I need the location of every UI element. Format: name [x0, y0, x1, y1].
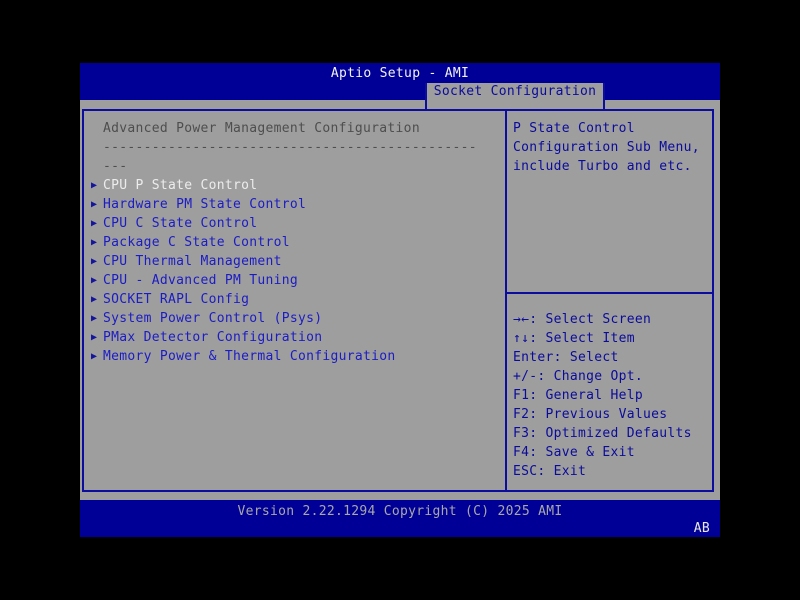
submenu-arrow-icon: ▶: [91, 290, 103, 309]
build-id: AB: [80, 521, 720, 536]
main-area: Advanced Power Management Configuration …: [80, 100, 720, 500]
header-bar: Aptio Setup - AMI: [80, 63, 720, 100]
help-text: P State Control Configuration Sub Menu, …: [507, 111, 712, 176]
menu-item-label: CPU P State Control: [103, 178, 257, 193]
menu-item-socket-rapl-config[interactable]: ▶SOCKET RAPL Config: [84, 290, 505, 309]
menu-item-label: CPU - Advanced PM Tuning: [103, 273, 298, 288]
submenu-arrow-icon: ▶: [91, 233, 103, 252]
menu-item-pmax-detector-configuration[interactable]: ▶PMax Detector Configuration: [84, 328, 505, 347]
submenu-arrow-icon: ▶: [91, 309, 103, 328]
version-text: Version 2.22.1294 Copyright (C) 2025 AMI: [80, 500, 720, 520]
submenu-arrow-icon: ▶: [91, 214, 103, 233]
menu-item-label: System Power Control (Psys): [103, 311, 322, 326]
menu-item-label: CPU Thermal Management: [103, 254, 282, 269]
content-box: Advanced Power Management Configuration …: [82, 109, 714, 492]
menu-item-label: Hardware PM State Control: [103, 197, 306, 212]
menu-item-label: PMax Detector Configuration: [103, 330, 322, 345]
menu-item-label: SOCKET RAPL Config: [103, 292, 249, 307]
legend-f2-previous-values: F2: Previous Values: [513, 405, 712, 424]
legend-f4-save-exit: F4: Save & Exit: [513, 443, 712, 462]
submenu-arrow-icon: ▶: [91, 195, 103, 214]
submenu-arrow-icon: ▶: [91, 347, 103, 366]
legend-f3-optimized-defaults: F3: Optimized Defaults: [513, 424, 712, 443]
legend-change-opt: +/-: Change Opt.: [513, 367, 712, 386]
menu-item-hardware-pm-state-control[interactable]: ▶Hardware PM State Control: [84, 195, 505, 214]
legend-select-item: ↑↓: Select Item: [513, 329, 712, 348]
submenu-arrow-icon: ▶: [91, 176, 103, 195]
menu-item-label: Memory Power & Thermal Configuration: [103, 349, 396, 364]
help-text-line: include Turbo and etc.: [513, 157, 712, 176]
menu-item-system-power-control-psys[interactable]: ▶System Power Control (Psys): [84, 309, 505, 328]
bios-setup-screen: Aptio Setup - AMI Socket Configuration A…: [80, 63, 720, 537]
menu-item-cpu-thermal-management[interactable]: ▶CPU Thermal Management: [84, 252, 505, 271]
section-title: Advanced Power Management Configuration: [103, 119, 505, 138]
hotkey-legend: →←: Select Screen ↑↓: Select Item Enter:…: [507, 292, 712, 481]
menu-item-label: Package C State Control: [103, 235, 290, 250]
footer-bar: Version 2.22.1294 Copyright (C) 2025 AMI…: [80, 500, 720, 537]
legend-f1-general-help: F1: General Help: [513, 386, 712, 405]
submenu-arrow-icon: ▶: [91, 328, 103, 347]
menu-item-cpu-p-state-control[interactable]: ▶CPU P State Control: [84, 176, 505, 195]
help-text-line: P State Control: [513, 119, 712, 138]
menu-item-memory-power-thermal-configuration[interactable]: ▶Memory Power & Thermal Configuration: [84, 347, 505, 366]
legend-select-screen: →←: Select Screen: [513, 310, 712, 329]
legend-esc-exit: ESC: Exit: [513, 462, 712, 481]
legend-enter-select: Enter: Select: [513, 348, 712, 367]
tab-socket-configuration[interactable]: Socket Configuration: [425, 83, 605, 109]
page-title: Aptio Setup - AMI: [80, 63, 720, 81]
menu-item-label: CPU C State Control: [103, 216, 257, 231]
help-text-line: Configuration Sub Menu,: [513, 138, 712, 157]
menu-item-cpu-c-state-control[interactable]: ▶CPU C State Control: [84, 214, 505, 233]
help-panel: P State Control Configuration Sub Menu, …: [507, 111, 712, 490]
submenu-arrow-icon: ▶: [91, 252, 103, 271]
menu-item-cpu-advanced-pm-tuning[interactable]: ▶CPU - Advanced PM Tuning: [84, 271, 505, 290]
section-separator-line2: ---: [103, 157, 505, 176]
menu-panel: Advanced Power Management Configuration …: [84, 111, 505, 490]
submenu-arrow-icon: ▶: [91, 271, 103, 290]
menu-item-package-c-state-control[interactable]: ▶Package C State Control: [84, 233, 505, 252]
section-separator-line1: ----------------------------------------…: [103, 138, 505, 157]
legend-separator: [507, 292, 712, 294]
